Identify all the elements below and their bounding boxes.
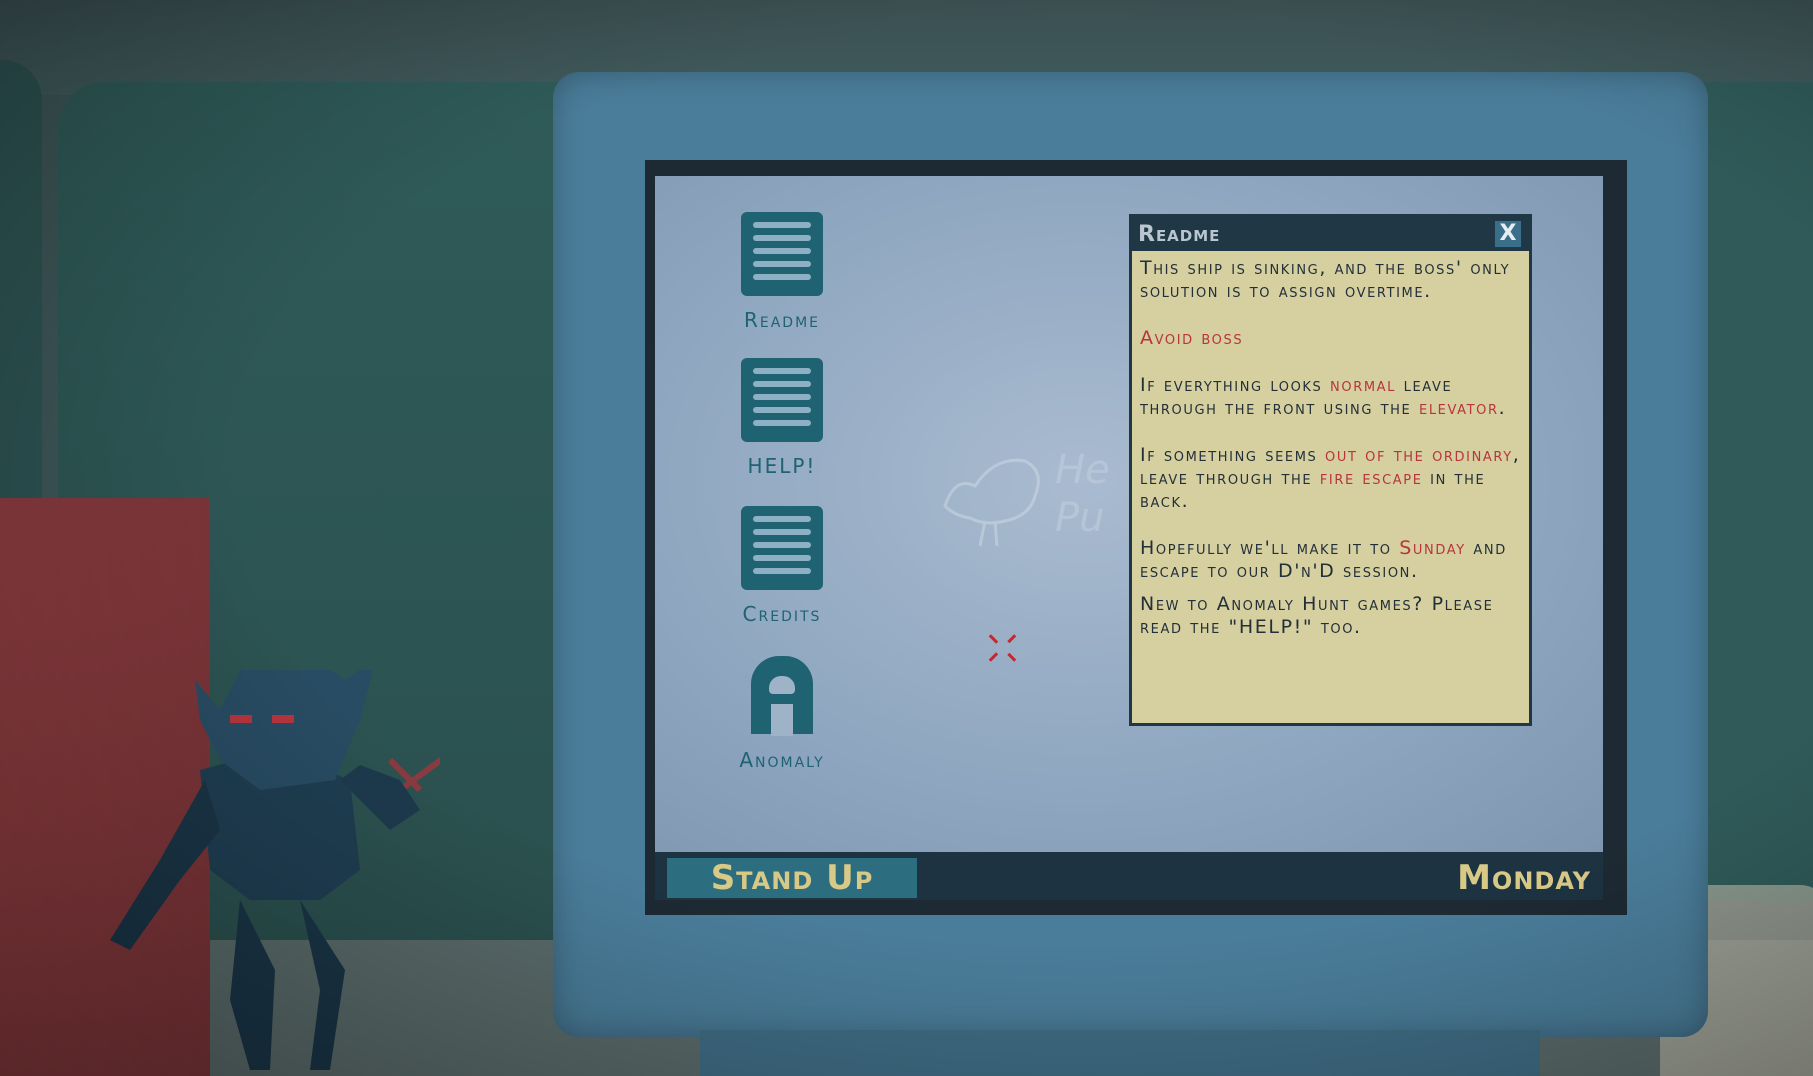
desktop-icon-label: Anomaly [739, 748, 825, 772]
crosshair-cursor-icon [985, 630, 1021, 666]
readme-paragraph: This ship is sinking, and the boss' only… [1140, 257, 1511, 302]
rooster-icon [943, 458, 1040, 547]
wallpaper-logo-line1: He [1055, 447, 1110, 493]
cubicle-panel-right [1700, 82, 1813, 902]
day-indicator: Monday [1457, 858, 1591, 898]
cubicle-panel-left [0, 60, 42, 530]
readme-paragraph: If something seems out of the ordinary, … [1140, 444, 1521, 512]
arch-icon [741, 652, 823, 736]
desktop-icon-help[interactable]: HELP! [692, 358, 872, 478]
wallpaper-logo-line2: Pu [1055, 495, 1105, 541]
document-icon [741, 358, 823, 442]
readme-paragraph: Hopefully we'll make it to Sunday and es… [1140, 537, 1507, 582]
desktop-icon-credits[interactable]: Credits [692, 506, 872, 626]
window-titlebar[interactable]: Readme X [1132, 217, 1529, 251]
monitor-stand [700, 1030, 1540, 1076]
readme-paragraph: If everything looks normal leave through… [1140, 374, 1507, 419]
readme-window: Readme X This ship is sinking, and the b… [1129, 214, 1532, 726]
desktop-icon-label: Readme [743, 308, 821, 332]
document-icon [741, 506, 823, 590]
desktop-icon-readme[interactable]: Readme [692, 212, 872, 332]
desktop-icon-label: HELP! [747, 454, 817, 478]
close-button[interactable]: X [1495, 221, 1521, 247]
readme-warning: Avoid boss [1140, 327, 1244, 349]
desktop-screen: Readme HELP! Credits Anomaly He Pu Readm… [655, 176, 1603, 852]
desktop-icon-anomaly[interactable]: Anomaly [692, 652, 872, 772]
goblin-figurine [110, 670, 440, 1070]
window-title: Readme [1138, 222, 1221, 247]
readme-paragraph: New to Anomaly Hunt games? Please read t… [1140, 593, 1494, 638]
wallpaper-logo-text: He Pu [1055, 446, 1110, 542]
game-scene: Readme HELP! Credits Anomaly He Pu Readm… [0, 0, 1813, 1076]
stand-up-button[interactable]: Stand Up [667, 858, 917, 898]
document-icon [741, 212, 823, 296]
readme-content: This ship is sinking, and the boss' only… [1132, 251, 1529, 655]
desktop-icon-label: Credits [742, 602, 822, 626]
taskbar: Stand Up Monday [655, 852, 1603, 900]
